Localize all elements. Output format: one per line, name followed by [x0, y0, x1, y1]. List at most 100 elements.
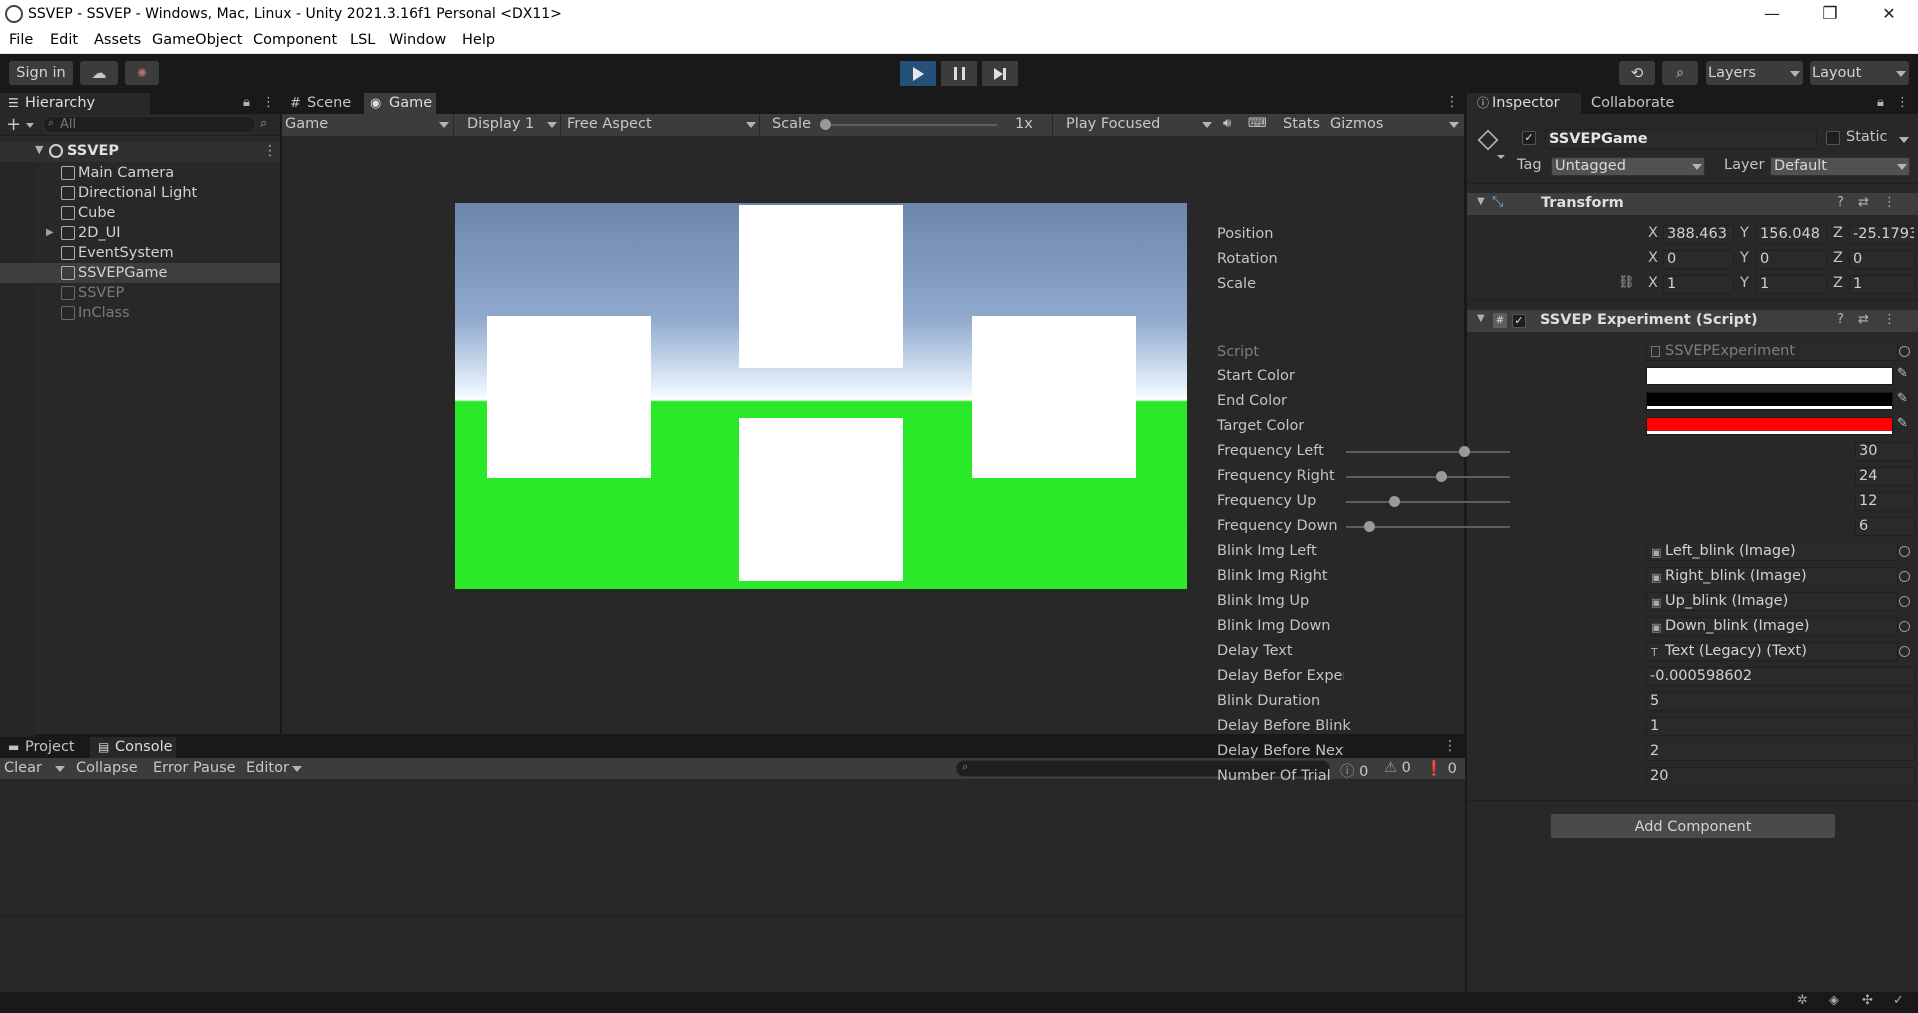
- chevron-down-icon[interactable]: [1497, 155, 1505, 159]
- transform-header[interactable]: ▼ ⤡ Transform ? ⇄ ⋮: [1467, 193, 1918, 215]
- script-component-header[interactable]: ▼ # ✓ SSVEP Experiment (Script) ? ⇄ ⋮: [1467, 310, 1918, 332]
- more-icon[interactable]: ⋮: [1445, 94, 1459, 110]
- play-button[interactable]: [900, 61, 936, 86]
- add-icon[interactable]: +: [6, 114, 21, 135]
- scale-slider-track[interactable]: [827, 124, 997, 126]
- chevron-down-icon[interactable]: [292, 766, 302, 772]
- audio-icon[interactable]: 🔊︎: [1223, 116, 1231, 131]
- hierarchy-item[interactable]: EventSystem: [61, 243, 174, 263]
- delay-before-blink-field[interactable]: 1: [1646, 717, 1915, 736]
- chevron-down-icon[interactable]: [1449, 122, 1459, 128]
- constrain-proportions-icon[interactable]: ⛓: [1618, 275, 1635, 290]
- frequency-up-slider[interactable]: [1346, 501, 1510, 503]
- lock-icon[interactable]: 🔒︎: [243, 95, 250, 110]
- menu-assets[interactable]: Assets: [94, 32, 141, 48]
- scale-x-field[interactable]: 1: [1663, 275, 1734, 294]
- menu-gameobject[interactable]: GameObject: [152, 32, 242, 48]
- tag-dropdown[interactable]: Untagged: [1551, 157, 1705, 176]
- eyedropper-icon[interactable]: ✎: [1897, 416, 1908, 431]
- warning-count[interactable]: ⚠ 0: [1384, 760, 1411, 776]
- hierarchy-item[interactable]: SSVEP: [61, 283, 124, 303]
- tab-collaborate[interactable]: Collaborate: [1583, 93, 1683, 114]
- history-button[interactable]: ⟲: [1619, 61, 1655, 85]
- chevron-down-icon[interactable]: [26, 123, 34, 128]
- hierarchy-item-selected[interactable]: SSVEPGame: [61, 263, 167, 283]
- collapse-button[interactable]: Collapse: [76, 760, 138, 776]
- lock-icon[interactable]: 🔒︎: [1877, 95, 1884, 110]
- more-icon[interactable]: ⋮: [263, 143, 277, 159]
- gizmos-button[interactable]: Gizmos: [1330, 116, 1383, 132]
- collab-button[interactable]: ✺: [125, 61, 159, 85]
- display-dropdown[interactable]: Display 1: [467, 116, 534, 132]
- frequency-left-field[interactable]: 30: [1855, 442, 1915, 461]
- frequency-up-knob[interactable]: [1388, 496, 1400, 507]
- chevron-down-icon[interactable]: [547, 122, 557, 128]
- frequency-right-slider[interactable]: [1346, 476, 1510, 478]
- blink-duration-field[interactable]: 5: [1646, 692, 1915, 711]
- menu-help[interactable]: Help: [462, 32, 495, 48]
- game-render[interactable]: [455, 203, 1187, 589]
- chevron-down-icon[interactable]: [55, 766, 65, 772]
- object-picker-icon[interactable]: [1899, 546, 1910, 557]
- component-enabled-checkbox[interactable]: ✓: [1512, 314, 1526, 328]
- end-color-swatch[interactable]: [1646, 392, 1893, 410]
- chevron-down-icon[interactable]: [1202, 122, 1212, 128]
- menu-component[interactable]: Component: [253, 32, 337, 48]
- blink-img-left-field[interactable]: ▣ Left_blink (Image): [1646, 542, 1898, 561]
- preset-icon[interactable]: ⇄: [1858, 312, 1869, 327]
- frequency-down-knob[interactable]: [1363, 521, 1375, 532]
- expand-icon[interactable]: ▶: [46, 223, 54, 243]
- blink-img-down-field[interactable]: ▣ Down_blink (Image): [1646, 617, 1898, 636]
- add-component-button[interactable]: Add Component: [1550, 813, 1836, 839]
- hierarchy-item[interactable]: InClass: [61, 303, 130, 323]
- frequency-up-field[interactable]: 12: [1855, 492, 1915, 511]
- delay-before-next-trial-field[interactable]: 2: [1646, 742, 1915, 761]
- eyedropper-icon[interactable]: ✎: [1897, 366, 1908, 381]
- more-icon[interactable]: ⋮: [1883, 312, 1896, 327]
- foldout-icon[interactable]: ▼: [1477, 313, 1485, 324]
- restore-button[interactable]: ❐: [1801, 0, 1859, 29]
- object-picker-icon[interactable]: [1899, 596, 1910, 607]
- tab-hierarchy[interactable]: ☰ Hierarchy: [0, 93, 150, 114]
- start-color-swatch[interactable]: [1646, 367, 1893, 385]
- hierarchy-search-input[interactable]: [43, 116, 256, 133]
- foldout-icon[interactable]: ▼: [1477, 196, 1485, 207]
- hierarchy-item[interactable]: Main Camera: [61, 163, 174, 183]
- pause-button[interactable]: [941, 61, 977, 86]
- debug-icon[interactable]: ✲: [1797, 993, 1808, 1008]
- menu-file[interactable]: File: [9, 32, 33, 48]
- menu-lsl[interactable]: LSL: [350, 32, 375, 48]
- delay-text-field[interactable]: T Text (Legacy) (Text): [1646, 642, 1898, 661]
- scale-y-field[interactable]: 1: [1756, 275, 1827, 294]
- tab-inspector[interactable]: ⓘ Inspector: [1467, 93, 1581, 114]
- object-picker-icon[interactable]: [1899, 571, 1910, 582]
- clear-button[interactable]: Clear: [4, 760, 42, 776]
- blink-img-up-field[interactable]: ▣ Up_blink (Image): [1646, 592, 1898, 611]
- scale-z-field[interactable]: 1: [1849, 275, 1915, 294]
- object-picker-icon[interactable]: [1899, 646, 1910, 657]
- search-button[interactable]: ⌕: [1662, 61, 1698, 85]
- chevron-down-icon[interactable]: [746, 122, 756, 128]
- editor-dropdown[interactable]: Editor: [246, 760, 289, 776]
- check-icon[interactable]: ✓: [1893, 993, 1904, 1008]
- rotation-y-field[interactable]: 0: [1756, 250, 1827, 269]
- cloud-button[interactable]: ☁: [80, 61, 118, 85]
- layer-dropdown[interactable]: Default: [1770, 157, 1910, 176]
- network-icon[interactable]: ✣: [1862, 993, 1873, 1008]
- aspect-dropdown[interactable]: Free Aspect: [567, 116, 652, 132]
- menu-edit[interactable]: Edit: [50, 32, 78, 48]
- keyboard-icon[interactable]: ⌨: [1248, 116, 1267, 131]
- error-pause-button[interactable]: Error Pause: [153, 760, 236, 776]
- tab-scene[interactable]: # Scene: [282, 93, 362, 114]
- position-y-field[interactable]: 156.048: [1756, 225, 1827, 244]
- stats-button[interactable]: Stats: [1283, 116, 1320, 132]
- menu-window[interactable]: Window: [389, 32, 446, 48]
- help-icon[interactable]: ?: [1837, 195, 1844, 210]
- log-count[interactable]: ⓘ 0: [1340, 760, 1368, 781]
- hierarchy-item[interactable]: Directional Light: [61, 183, 197, 203]
- tab-game[interactable]: ◉ Game: [364, 93, 436, 114]
- hierarchy-item[interactable]: Cube: [61, 203, 115, 223]
- layout-dropdown[interactable]: Layout: [1810, 61, 1909, 85]
- frequency-left-knob[interactable]: [1459, 446, 1471, 457]
- hierarchy-item[interactable]: ▶ 2D_UI: [46, 223, 121, 243]
